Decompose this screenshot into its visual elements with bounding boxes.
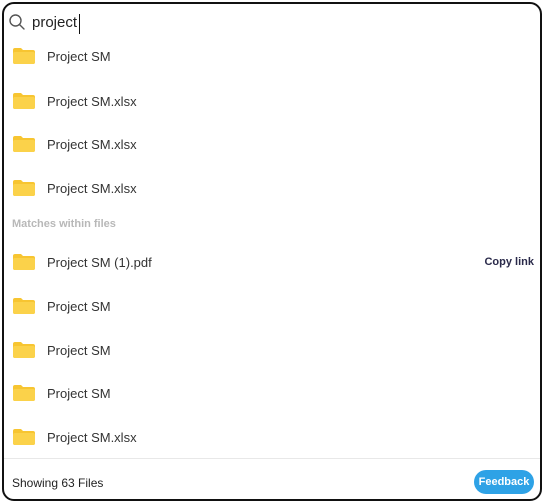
list-item-label: Project SM	[47, 298, 111, 314]
section-header: Matches within files	[4, 205, 540, 243]
list-item[interactable]: Project SM	[4, 330, 540, 370]
list-item[interactable]: Project SM.xlsx	[4, 417, 540, 456]
folder-icon	[13, 93, 35, 109]
search-panel: Project SM Project SM.xlsx Project SM.xl…	[2, 2, 542, 501]
folder-icon	[13, 342, 35, 358]
list-item[interactable]: Project SM.xlsx	[4, 168, 540, 208]
list-item-label: Project SM	[47, 48, 111, 64]
folder-icon	[13, 298, 35, 314]
list-item[interactable]: Project SM.xlsx	[4, 124, 540, 164]
folder-icon	[13, 429, 35, 445]
list-item[interactable]: Project SM	[4, 373, 540, 413]
search-input[interactable]	[32, 12, 332, 34]
search-icon	[9, 14, 25, 30]
folder-icon	[13, 180, 35, 196]
text-caret	[79, 14, 80, 34]
list-item-label: Project SM	[47, 342, 111, 358]
list-item-label: Project SM.xlsx	[47, 429, 137, 445]
results-list: Project SM Project SM.xlsx Project SM.xl…	[4, 42, 540, 456]
folder-icon	[13, 136, 35, 152]
list-item[interactable]: Project SM	[4, 42, 540, 76]
list-item-label: Project SM.xlsx	[47, 93, 137, 109]
file-count: Showing 63 Files	[12, 476, 104, 490]
copy-link-button[interactable]: Copy link	[484, 256, 534, 268]
list-item[interactable]: Project SM	[4, 286, 540, 326]
list-item[interactable]: Project SM (1).pdf Copy link	[4, 242, 540, 282]
list-item[interactable]: Project SM.xlsx	[4, 81, 540, 121]
list-item-label: Project SM.xlsx	[47, 180, 137, 196]
search-bar	[4, 4, 540, 42]
list-item-label: Project SM	[47, 385, 111, 401]
list-item-label: Project SM.xlsx	[47, 136, 137, 152]
folder-icon	[13, 254, 35, 270]
folder-icon	[13, 385, 35, 401]
folder-icon	[13, 48, 35, 64]
section-title: Matches within files	[12, 218, 116, 230]
list-item-label: Project SM (1).pdf	[47, 254, 152, 270]
feedback-button[interactable]: Feedback	[474, 470, 534, 494]
footer-divider	[4, 458, 540, 459]
